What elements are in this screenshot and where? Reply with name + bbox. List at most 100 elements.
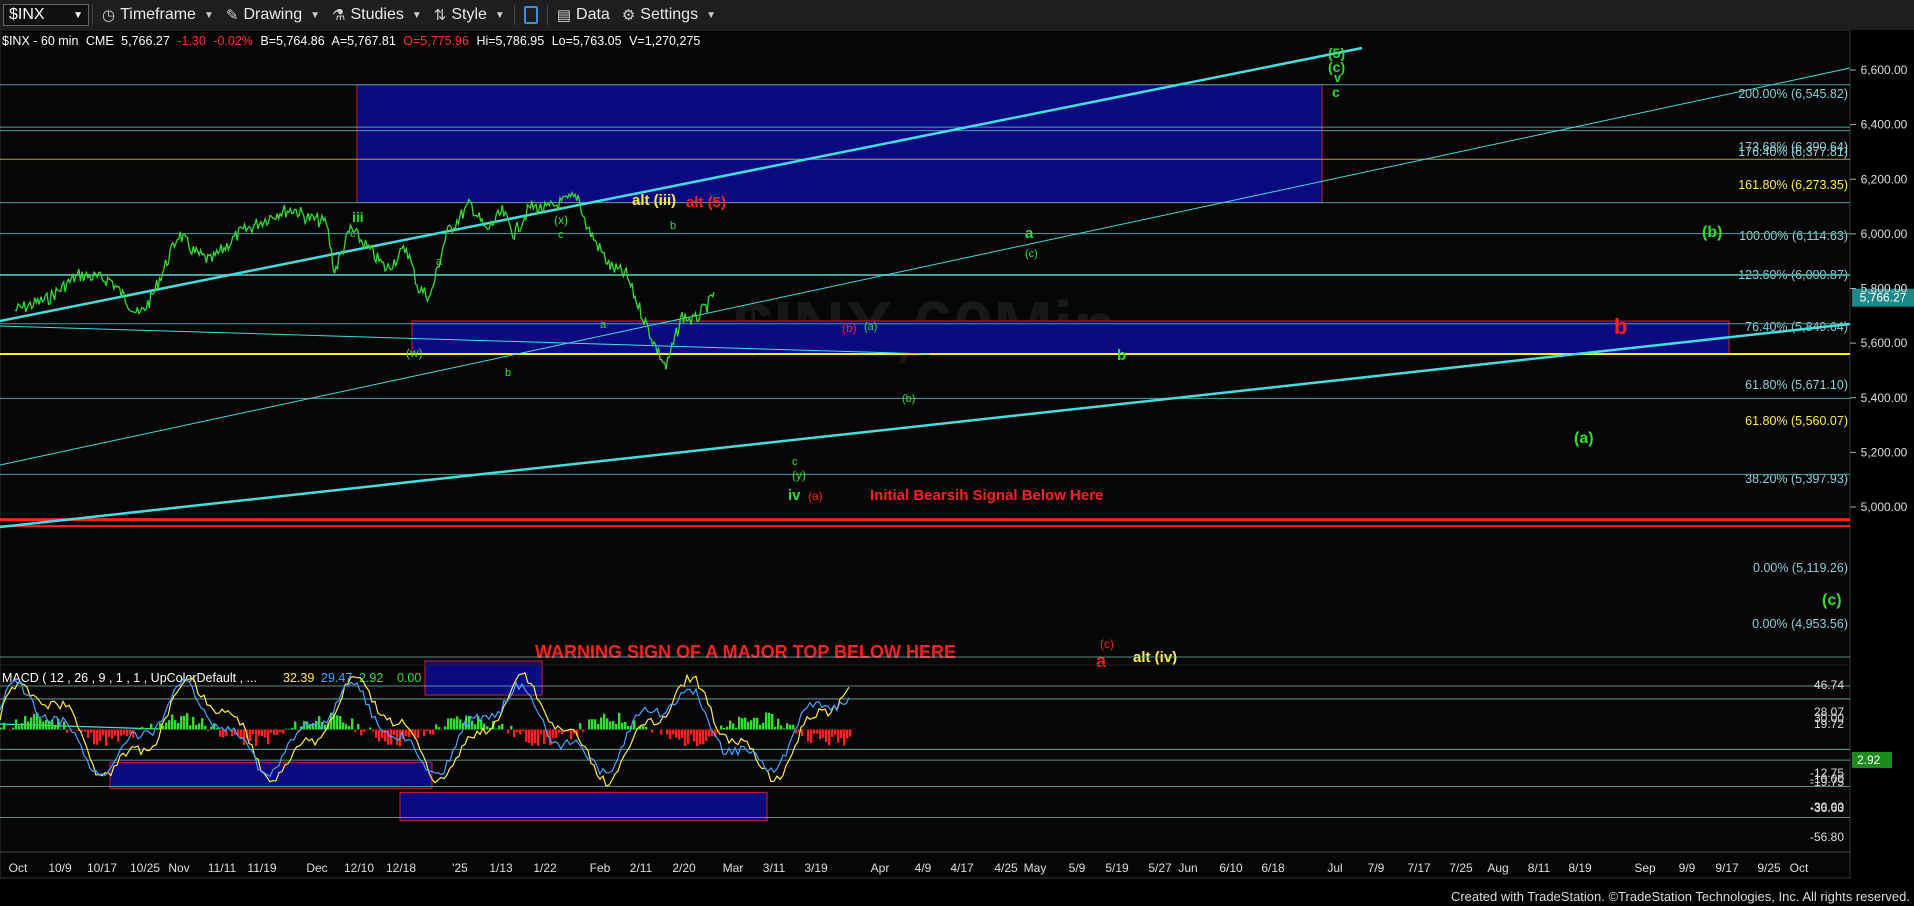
style-button[interactable]: ⇅ Style ▼ [428,2,511,28]
macd-histogram-bar [114,729,117,736]
macd-histogram-bar [207,729,210,731]
macd-histogram-bar [267,729,270,744]
macd-histogram-bar [378,729,381,742]
macd-histogram-bar [495,728,498,730]
macd-histogram-bar [270,729,273,733]
macd-histogram-bar [438,727,441,730]
macd-histogram-bar [570,729,573,740]
macd-histogram-bar [756,717,759,730]
price-tick-label: 5,800.00 [1861,282,1908,296]
wave-label-minor: (a) [864,321,877,333]
macd-histogram-bar [777,718,780,730]
wave-label-green-a: a [1025,225,1034,242]
macd-histogram-bar [597,723,600,730]
drawing-button[interactable]: ✎ Drawing ▼ [220,2,326,28]
macd-histogram-bar [540,729,543,735]
wave-label-green-b-paren: (b) [1702,224,1722,241]
pencil-icon: ✎ [225,7,239,24]
wave-label-alt-5: alt (5) [686,194,726,211]
macd-histogram-bar [198,723,201,730]
header-open: O=5,775.96 [403,34,469,48]
macd-histogram-bar [534,729,537,744]
fib-level-label: 0.00% (4,953.56) [1752,617,1848,631]
macd-histogram-bar [432,729,435,735]
macd-title: MACD ( 12 , 26 , 9 , 1 , 1 , UpColorDefa… [2,671,257,685]
time-tick-label: 12/10 [344,861,374,875]
time-tick-label: 9/9 [1679,861,1696,875]
macd-histogram-bar [642,725,645,730]
macd-histogram-bar [558,729,561,733]
upper-target-box [356,84,1323,204]
time-tick-label: 3/11 [763,861,786,875]
macd-histogram-bar [825,729,828,743]
wave-label-minor: a [600,319,607,331]
time-tick-label: Sep [1634,861,1656,875]
macd-histogram-bar [801,729,804,737]
wave-label-minor: c [558,229,564,241]
data-button[interactable]: ▤ Data [551,2,616,28]
fib-level-label: 200.00% (6,545.82) [1738,87,1848,101]
fib-level-label: 61.80% (5,671.10) [1745,378,1848,392]
macd-histogram-bar [243,729,246,745]
header-last: 5,766.27 [121,34,170,48]
macd-histogram-bar [783,728,786,730]
wave-label-c-red: (c) [1100,637,1114,651]
macd-tick-label: -56.80 [1810,830,1844,844]
macd-histogram-bar [498,725,501,730]
macd-histogram-bar [735,727,738,730]
macd-histogram-bar [660,729,663,735]
layout-button[interactable] [518,2,544,28]
timeframe-button[interactable]: ◷ Timeframe ▼ [96,2,220,28]
macd-histogram-bar [441,729,444,731]
style-icon: ⇅ [433,7,447,24]
support-box [411,320,1730,355]
macd-histogram-bar [282,729,285,734]
wave-label-alt-iv: alt (iv) [1133,649,1177,666]
macd-histogram-bar [732,723,735,730]
chevron-down-icon: ▼ [706,9,716,21]
price-tick-label: 6,600.00 [1861,63,1908,77]
price-tick-label: 6,000.00 [1861,227,1908,241]
timeframe-label: Timeframe [120,6,196,23]
macd-legend-value: 32.39 [283,671,314,685]
symbol-input[interactable]: $INX ▼ [3,4,89,26]
time-tick-label: Aug [1487,861,1508,875]
macd-histogram-bar [60,728,63,730]
macd-histogram-bar [678,729,681,740]
wave-label-minor: (c) [1025,248,1038,260]
macd-histogram-bar [747,721,750,730]
settings-button[interactable]: ⚙ Settings ▼ [616,2,722,28]
time-tick-label: Jul [1327,861,1342,875]
wave-label-green-iii: iii [352,209,364,225]
macd-histogram-bar [150,723,153,730]
wave-label-green-a-paren: (a) [1574,430,1594,447]
macd-histogram-bar [594,719,597,730]
macd-histogram-bar [582,729,585,732]
macd-histogram-bar [453,718,456,730]
wave-label-minor: b [670,220,676,232]
macd-histogram-bar [828,729,831,746]
macd-histogram-bar [99,729,102,741]
macd-histogram-bar [105,729,108,746]
fib-level-label: 100.00% (6,114.63) [1739,229,1848,243]
time-tick-label: Feb [590,861,611,875]
macd-histogram-bar [627,725,630,730]
time-tick-label: 9/25 [1757,861,1781,875]
macd-histogram-bar [528,729,531,743]
wave-label-minor: a [436,256,443,268]
wave-label-b-red: b [1614,314,1627,339]
price-tick-label: 6,200.00 [1861,172,1908,186]
macd-histogram-bar [72,729,75,731]
time-tick-label: 5/9 [1069,861,1086,875]
time-tick-label: 7/17 [1407,861,1431,875]
separator [513,5,515,25]
header-change: -1.30 [177,34,206,48]
studies-button[interactable]: ⚗ Studies ▼ [326,2,428,28]
wave-label-green-w: (w) [406,346,423,360]
price-chart[interactable]: $INX,60Min $INX - 60 min CME 5,766.27 -1… [0,30,1914,906]
macd-histogram-bar [24,716,27,730]
macd-histogram-bar [687,729,690,744]
wave-label-warning: WARNING SIGN OF A MAJOR TOP BELOW HERE [535,642,956,662]
wave-label-minor: b [505,367,511,379]
macd-histogram-bar [273,729,276,736]
